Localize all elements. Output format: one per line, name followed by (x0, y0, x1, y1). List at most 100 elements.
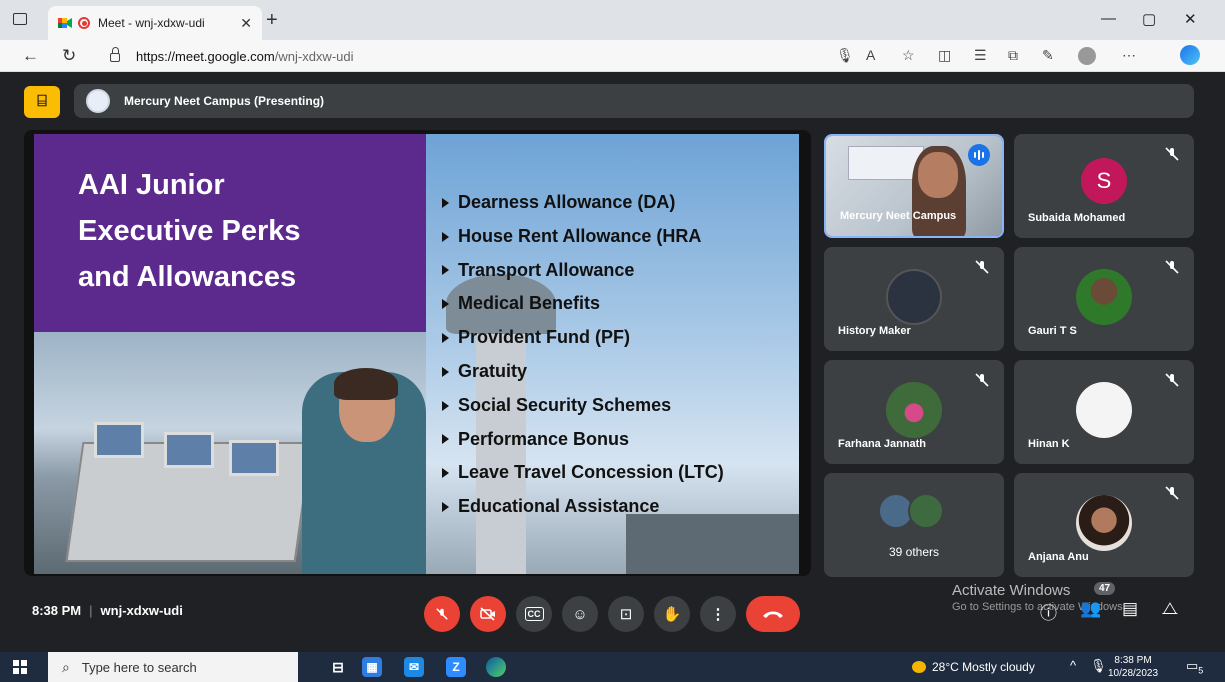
monitor-shape (229, 440, 279, 476)
refresh-icon[interactable]: ↻ (62, 46, 76, 66)
close-tab-icon[interactable]: ✕ (240, 15, 252, 32)
edge-browser-icon[interactable] (486, 657, 506, 677)
microphone-tray-icon[interactable]: 🎙 (1090, 658, 1107, 674)
others-count-label: 39 others (888, 545, 940, 559)
taskbar-search-box[interactable]: ⌕ Type here to search (48, 652, 298, 682)
task-view-icon[interactable]: ⊟ (328, 657, 348, 677)
browser-tab-meet[interactable]: Meet - wnj-xdxw-udi ✕ (48, 6, 262, 40)
participant-initial-avatar: S (1081, 158, 1127, 204)
allowance-item: Provident Fund (PF) (442, 321, 724, 355)
tab-actions-icon[interactable] (13, 13, 27, 25)
taskbar-search-placeholder: Type here to search (81, 659, 197, 675)
monitor-shape (94, 422, 144, 458)
participant-tile-mercury-neet-campus[interactable]: Mercury Neet Campus (824, 134, 1004, 238)
participant-photo-avatar (1076, 495, 1132, 551)
participant-tile-history-maker[interactable]: History Maker (824, 247, 1004, 351)
mic-off-icon (1165, 260, 1179, 274)
slide-right-panel: Dearness Allowance (DA) House Rent Allow… (426, 134, 799, 574)
notification-count: 5 (1198, 665, 1204, 676)
weather-icon (912, 661, 926, 673)
store-icon[interactable]: ▦ (362, 657, 382, 677)
split-screen-icon[interactable]: ◫ (938, 47, 951, 64)
people-icon[interactable]: 👥 (1080, 599, 1101, 619)
meeting-time-and-code: 8:38 PM | wnj-xdxw-udi (32, 603, 183, 618)
mail-icon[interactable]: ✉ (404, 657, 424, 677)
slide-title-line: and Allowances (78, 261, 297, 293)
hang-up-icon (763, 611, 783, 618)
microphone-toggle-button[interactable] (424, 596, 460, 632)
collections-icon[interactable]: ⧉ (1008, 47, 1018, 64)
close-window-button[interactable]: ✕ (1184, 10, 1197, 28)
tab-title: Meet - wnj-xdxw-udi (98, 16, 205, 30)
participant-logo-avatar (886, 269, 942, 325)
allowance-item: Dearness Allowance (DA) (442, 186, 724, 220)
participant-tile-subaida-mohamed[interactable]: S Subaida Mohamed (1014, 134, 1194, 238)
present-now-button[interactable]: ⊡ (608, 596, 644, 632)
allowance-item: Social Security Schemes (442, 389, 724, 423)
allowance-item: Gratuity (442, 355, 724, 389)
participant-tile-anjana-anu[interactable]: Anjana Anu (1014, 473, 1194, 577)
participant-tile-others[interactable]: 39 others (824, 473, 1004, 577)
taskbar-clock[interactable]: 8:38 PM 10/28/2023 (1108, 654, 1158, 680)
taskbar-time: 8:38 PM (1114, 655, 1152, 666)
chat-icon[interactable]: ▤ (1122, 599, 1138, 619)
participant-tile-gauri-t-s[interactable]: Gauri T S (1014, 247, 1194, 351)
speaking-indicator-icon (968, 144, 990, 166)
allowance-item: Performance Bonus (442, 423, 724, 457)
show-hidden-icons[interactable]: ^ (1070, 658, 1076, 673)
meet-favicon-icon (58, 16, 72, 30)
meeting-details-icon[interactable]: ⓘ (1040, 599, 1057, 624)
meeting-controls-bar: 8:38 PM | wnj-xdxw-udi CC ☺ ⊡ ✋ ⋮ Activate… (10, 582, 1215, 646)
url-host: https://meet.google.com (136, 48, 275, 64)
slide-title: AAI Junior Executive Perks and Allowance… (78, 162, 408, 300)
taskbar-date: 10/28/2023 (1108, 668, 1159, 679)
back-arrow-icon[interactable]: ← (22, 46, 39, 66)
address-bar[interactable]: https://meet.google.com/wnj-xdxw-udi (96, 43, 826, 69)
more-options-button[interactable]: ⋮ (700, 596, 736, 632)
participant-name: Subaida Mohamed (1028, 212, 1126, 224)
mic-off-icon (436, 608, 448, 620)
windows-start-icon[interactable] (13, 660, 27, 674)
participant-tile-hinan-k[interactable]: Hinan K (1014, 360, 1194, 464)
extensions-icon[interactable]: ✎ (1042, 47, 1054, 64)
notifications-icon[interactable]: ▭5 (1186, 658, 1203, 676)
participant-photo-avatar (886, 382, 942, 438)
participant-name: Hinan K (1028, 438, 1070, 450)
participant-photo-avatar (1076, 269, 1132, 325)
more-menu-icon[interactable]: ⋯ (1122, 47, 1136, 64)
minimize-window-button[interactable]: — (1101, 10, 1116, 27)
mic-off-icon (1165, 147, 1179, 161)
captions-button[interactable]: CC (516, 596, 552, 632)
activities-icon[interactable]: ⧍ (1162, 599, 1178, 619)
camera-off-icon (480, 607, 495, 621)
allowance-item: Educational Assistance (442, 490, 724, 524)
participant-name: Anjana Anu (1028, 551, 1089, 563)
zoom-app-icon[interactable]: Z (446, 657, 466, 677)
meeting-time: 8:38 PM (32, 603, 82, 618)
weather-widget[interactable]: 28°C Mostly cloudy (912, 660, 1035, 674)
allowance-item: Transport Allowance (442, 254, 724, 288)
reactions-button[interactable]: ☺ (562, 596, 598, 632)
microphone-permission-icon[interactable]: 🎙 (836, 47, 854, 64)
new-tab-button[interactable]: + (266, 9, 278, 32)
favorite-star-icon[interactable]: ☆ (902, 47, 915, 64)
presentation-bar: Mercury Neet Campus (Presenting) (74, 84, 1194, 118)
monitor-shape (164, 432, 214, 468)
participant-name: Gauri T S (1028, 325, 1077, 337)
camera-toggle-button[interactable] (470, 596, 506, 632)
raise-hand-button[interactable]: ✋ (654, 596, 690, 632)
participant-tile-farhana-jannath[interactable]: Farhana Jannath (824, 360, 1004, 464)
profile-avatar[interactable] (1078, 47, 1096, 65)
hand-icon: ✋ (662, 606, 682, 623)
pin-icon[interactable]: ⌸ (24, 86, 60, 118)
controller-hair (334, 368, 398, 400)
present-screen-icon: ⊡ (619, 606, 633, 623)
read-aloud-icon[interactable]: A (866, 47, 875, 63)
recording-icon (78, 17, 90, 29)
copilot-icon[interactable] (1180, 45, 1200, 65)
slide-title-line: AAI Junior (78, 169, 225, 201)
favorites-icon[interactable]: ☰ (974, 47, 987, 64)
restore-window-button[interactable]: ▢ (1142, 10, 1156, 28)
leave-call-button[interactable] (746, 596, 800, 632)
meet-main: ⌸ Mercury Neet Campus (Presenting) AAI J… (10, 72, 1215, 646)
